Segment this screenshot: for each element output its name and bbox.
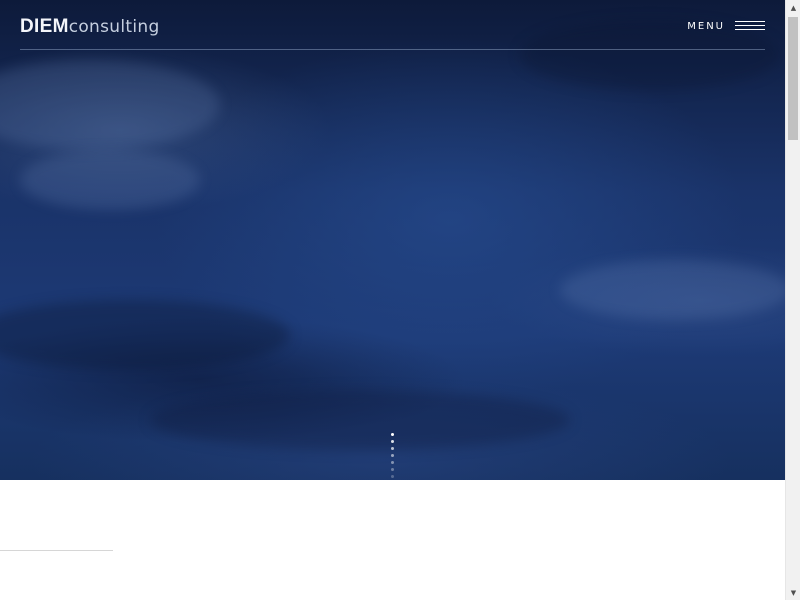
page: DIEMconsulting MENU ▲ ▼ <box>0 0 800 600</box>
cloud-shape <box>0 60 220 150</box>
cloud-shape <box>20 150 200 210</box>
cloud-shape <box>0 300 290 370</box>
menu-button[interactable]: MENU <box>687 18 765 34</box>
hero-banner: DIEMconsulting MENU <box>0 0 785 480</box>
site-logo[interactable]: DIEMconsulting <box>20 16 160 38</box>
scroll-thumb[interactable] <box>788 17 798 140</box>
slide-dot[interactable] <box>391 433 394 436</box>
slide-dot[interactable] <box>391 468 394 471</box>
logo-secondary-text: consulting <box>68 17 160 37</box>
slide-dot[interactable] <box>391 454 394 457</box>
site-header: DIEMconsulting MENU <box>20 0 765 50</box>
slide-dot[interactable] <box>391 447 394 450</box>
slide-indicator <box>391 433 395 479</box>
scroll-up-icon[interactable]: ▲ <box>786 0 800 15</box>
cloud-shape <box>560 260 785 320</box>
slide-dot[interactable] <box>391 440 394 443</box>
slide-dot[interactable] <box>391 475 394 478</box>
scroll-down-icon[interactable]: ▼ <box>786 585 800 600</box>
menu-label: MENU <box>687 20 725 32</box>
hamburger-icon <box>735 20 765 32</box>
section-divider <box>0 550 113 551</box>
vertical-scrollbar[interactable]: ▲ ▼ <box>785 0 800 600</box>
logo-primary-text: DIEM <box>20 16 69 37</box>
cloud-shape <box>150 390 570 450</box>
slide-dot[interactable] <box>391 461 394 464</box>
